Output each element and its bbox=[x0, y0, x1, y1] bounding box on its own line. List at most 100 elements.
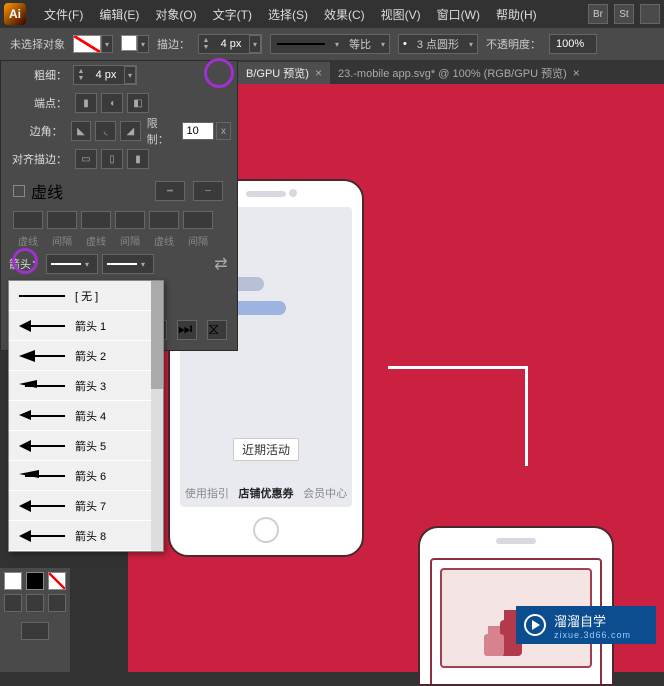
arrow-end-select[interactable]: ▾ bbox=[102, 254, 154, 274]
dash-gap-row bbox=[1, 209, 237, 231]
arrow-option-label: 箭头 8 bbox=[75, 528, 106, 544]
arrow-option-6[interactable]: 箭头 6 bbox=[9, 461, 163, 491]
fill-color-swatch[interactable] bbox=[4, 572, 22, 590]
align-outside-icon[interactable]: ▮ bbox=[127, 149, 149, 169]
stroke-color-swatch[interactable] bbox=[26, 572, 44, 590]
arrow-option-2[interactable]: 箭头 2 bbox=[9, 341, 163, 371]
opacity-field[interactable]: 100% bbox=[549, 34, 597, 54]
arrange-icon[interactable] bbox=[640, 4, 660, 24]
dash-field[interactable] bbox=[149, 211, 179, 229]
profile-select[interactable]: ▾ 等比▾ bbox=[270, 34, 390, 54]
stock-icon[interactable]: St bbox=[614, 4, 634, 24]
menu-object[interactable]: 对象(O) bbox=[147, 6, 204, 23]
stroke-label: 描边： bbox=[157, 36, 190, 52]
weight-label: 粗细： bbox=[1, 67, 73, 83]
gradient-mode-icon[interactable] bbox=[26, 594, 44, 612]
screen-mode-icon[interactable] bbox=[21, 622, 49, 640]
menu-help[interactable]: 帮助(H) bbox=[488, 6, 545, 23]
dash-field[interactable] bbox=[81, 211, 111, 229]
brush-select[interactable]: • 3 点圆形▾ bbox=[398, 34, 478, 54]
arrow-label: 箭头： bbox=[9, 256, 42, 272]
document-tab-bar: B/GPU 预览) × 23.-mobile app.svg* @ 100% (… bbox=[238, 60, 664, 84]
swap-arrows-icon[interactable]: ⇄ bbox=[211, 254, 231, 274]
corner-miter-icon[interactable]: ◣ bbox=[71, 121, 92, 141]
cap-butt-icon[interactable]: ▮ bbox=[75, 93, 97, 113]
arrow-option-label: 箭头 4 bbox=[75, 408, 106, 424]
menu-view[interactable]: 视图(V) bbox=[373, 6, 429, 23]
left-swatch-bar bbox=[0, 568, 70, 672]
document-tab-2[interactable]: 23.-mobile app.svg* @ 100% (RGB/GPU 预览) … bbox=[330, 62, 588, 84]
arrowhead-dropdown: [ 无 ] 箭头 1 箭头 2 箭头 3 箭头 4 箭头 5 箭头 6 箭头 7… bbox=[8, 280, 164, 552]
stroke-dropdown[interactable]: ▾ bbox=[137, 35, 149, 53]
arrow-option-7[interactable]: 箭头 7 bbox=[9, 491, 163, 521]
arrow-option-label: 箭头 6 bbox=[75, 468, 106, 484]
gap-field[interactable] bbox=[115, 211, 145, 229]
arrow-option-label: 箭头 2 bbox=[75, 348, 106, 364]
gap-field[interactable] bbox=[183, 211, 213, 229]
menu-edit[interactable]: 编辑(E) bbox=[91, 6, 147, 23]
arrow-option-label: 箭头 7 bbox=[75, 498, 106, 514]
menu-file[interactable]: 文件(F) bbox=[36, 6, 91, 23]
close-icon[interactable]: × bbox=[315, 66, 322, 80]
document-tab-1[interactable]: B/GPU 预览) × bbox=[238, 62, 330, 84]
arrow-option-8[interactable]: 箭头 8 bbox=[9, 521, 163, 551]
miter-x-label: x bbox=[216, 122, 231, 140]
artwork-tag: 近期活动 bbox=[233, 438, 299, 461]
app-icon: Ai bbox=[4, 3, 26, 25]
bridge-icon[interactable]: Br bbox=[588, 4, 608, 24]
dash-gap-labels: 虚线间隔 虚线间隔 虚线间隔 bbox=[1, 231, 237, 250]
fill-dropdown[interactable]: ▾ bbox=[101, 35, 113, 53]
stroke-swatch[interactable] bbox=[121, 35, 137, 51]
close-icon[interactable]: × bbox=[573, 66, 580, 80]
dashed-label: 虚线 bbox=[31, 179, 63, 203]
menu-window[interactable]: 窗口(W) bbox=[429, 6, 488, 23]
corner-round-icon[interactable]: ◟ bbox=[95, 121, 116, 141]
dash-align-icon[interactable]: ┄ bbox=[193, 181, 223, 201]
weight-field[interactable]: ▲▼ 4 px ▾ bbox=[73, 65, 137, 85]
options-bar: 未选择对象 ▾ ▾ 描边： ▲▼ 4 px ▾ ▾ 等比▾ • 3 点圆形▾ 不… bbox=[0, 28, 664, 60]
align-center-icon[interactable]: ▭ bbox=[75, 149, 97, 169]
arrow-option-none[interactable]: [ 无 ] bbox=[9, 281, 163, 311]
cap-label: 端点： bbox=[1, 95, 73, 111]
menu-effect[interactable]: 效果(C) bbox=[316, 6, 373, 23]
arrow-option-label: 箭头 1 bbox=[75, 318, 106, 334]
fill-swatch[interactable] bbox=[73, 35, 101, 53]
profile-icon[interactable]: ⧖ bbox=[207, 320, 227, 340]
corner-label: 边角： bbox=[1, 123, 69, 139]
artwork-l-path bbox=[388, 366, 528, 466]
none-mode-icon[interactable] bbox=[48, 594, 66, 612]
watermark-title: 溜溜自学 bbox=[554, 611, 631, 630]
dash-preserve-icon[interactable]: ┅ bbox=[155, 181, 185, 201]
color-mode-icon[interactable] bbox=[4, 594, 22, 612]
selection-status: 未选择对象 bbox=[10, 36, 65, 52]
cap-square-icon[interactable]: ◧ bbox=[127, 93, 149, 113]
align-arrow-path-icon[interactable]: ⏭ bbox=[177, 320, 197, 340]
tab-label: 23.-mobile app.svg* @ 100% (RGB/GPU 预览) bbox=[338, 65, 567, 81]
align-inside-icon[interactable]: ▯ bbox=[101, 149, 123, 169]
limit-label: 限制： bbox=[147, 115, 178, 147]
arrow-option-1[interactable]: 箭头 1 bbox=[9, 311, 163, 341]
arrow-option-label: 箭头 5 bbox=[75, 438, 106, 454]
menu-bar: Ai 文件(F) 编辑(E) 对象(O) 文字(T) 选择(S) 效果(C) 视… bbox=[0, 0, 664, 28]
stroke-weight-field[interactable]: ▲▼ 4 px ▾ bbox=[198, 34, 262, 54]
tab-label: B/GPU 预览) bbox=[246, 65, 309, 81]
corner-bevel-icon[interactable]: ◢ bbox=[120, 121, 141, 141]
gap-field[interactable] bbox=[47, 211, 77, 229]
cap-round-icon[interactable]: ◖ bbox=[101, 93, 123, 113]
arrow-option-label: [ 无 ] bbox=[75, 288, 98, 304]
arrow-option-5[interactable]: 箭头 5 bbox=[9, 431, 163, 461]
dropdown-scrollbar[interactable] bbox=[151, 281, 163, 551]
arrow-option-label: 箭头 3 bbox=[75, 378, 106, 394]
menu-type[interactable]: 文字(T) bbox=[205, 6, 260, 23]
watermark: 溜溜自学 zixue.3d66.com bbox=[516, 606, 656, 644]
arrow-start-select[interactable]: ▾ bbox=[46, 254, 98, 274]
arrow-option-3[interactable]: 箭头 3 bbox=[9, 371, 163, 401]
arrow-option-4[interactable]: 箭头 4 bbox=[9, 401, 163, 431]
align-stroke-label: 对齐描边： bbox=[1, 151, 73, 167]
miter-limit-field[interactable]: 10 bbox=[182, 122, 214, 140]
menu-select[interactable]: 选择(S) bbox=[260, 6, 316, 23]
artwork-subtabs: 使用指引 店铺优惠券 会员中心 bbox=[180, 485, 352, 501]
dashed-checkbox[interactable] bbox=[13, 185, 25, 197]
none-swatch[interactable] bbox=[48, 572, 66, 590]
dash-field[interactable] bbox=[13, 211, 43, 229]
